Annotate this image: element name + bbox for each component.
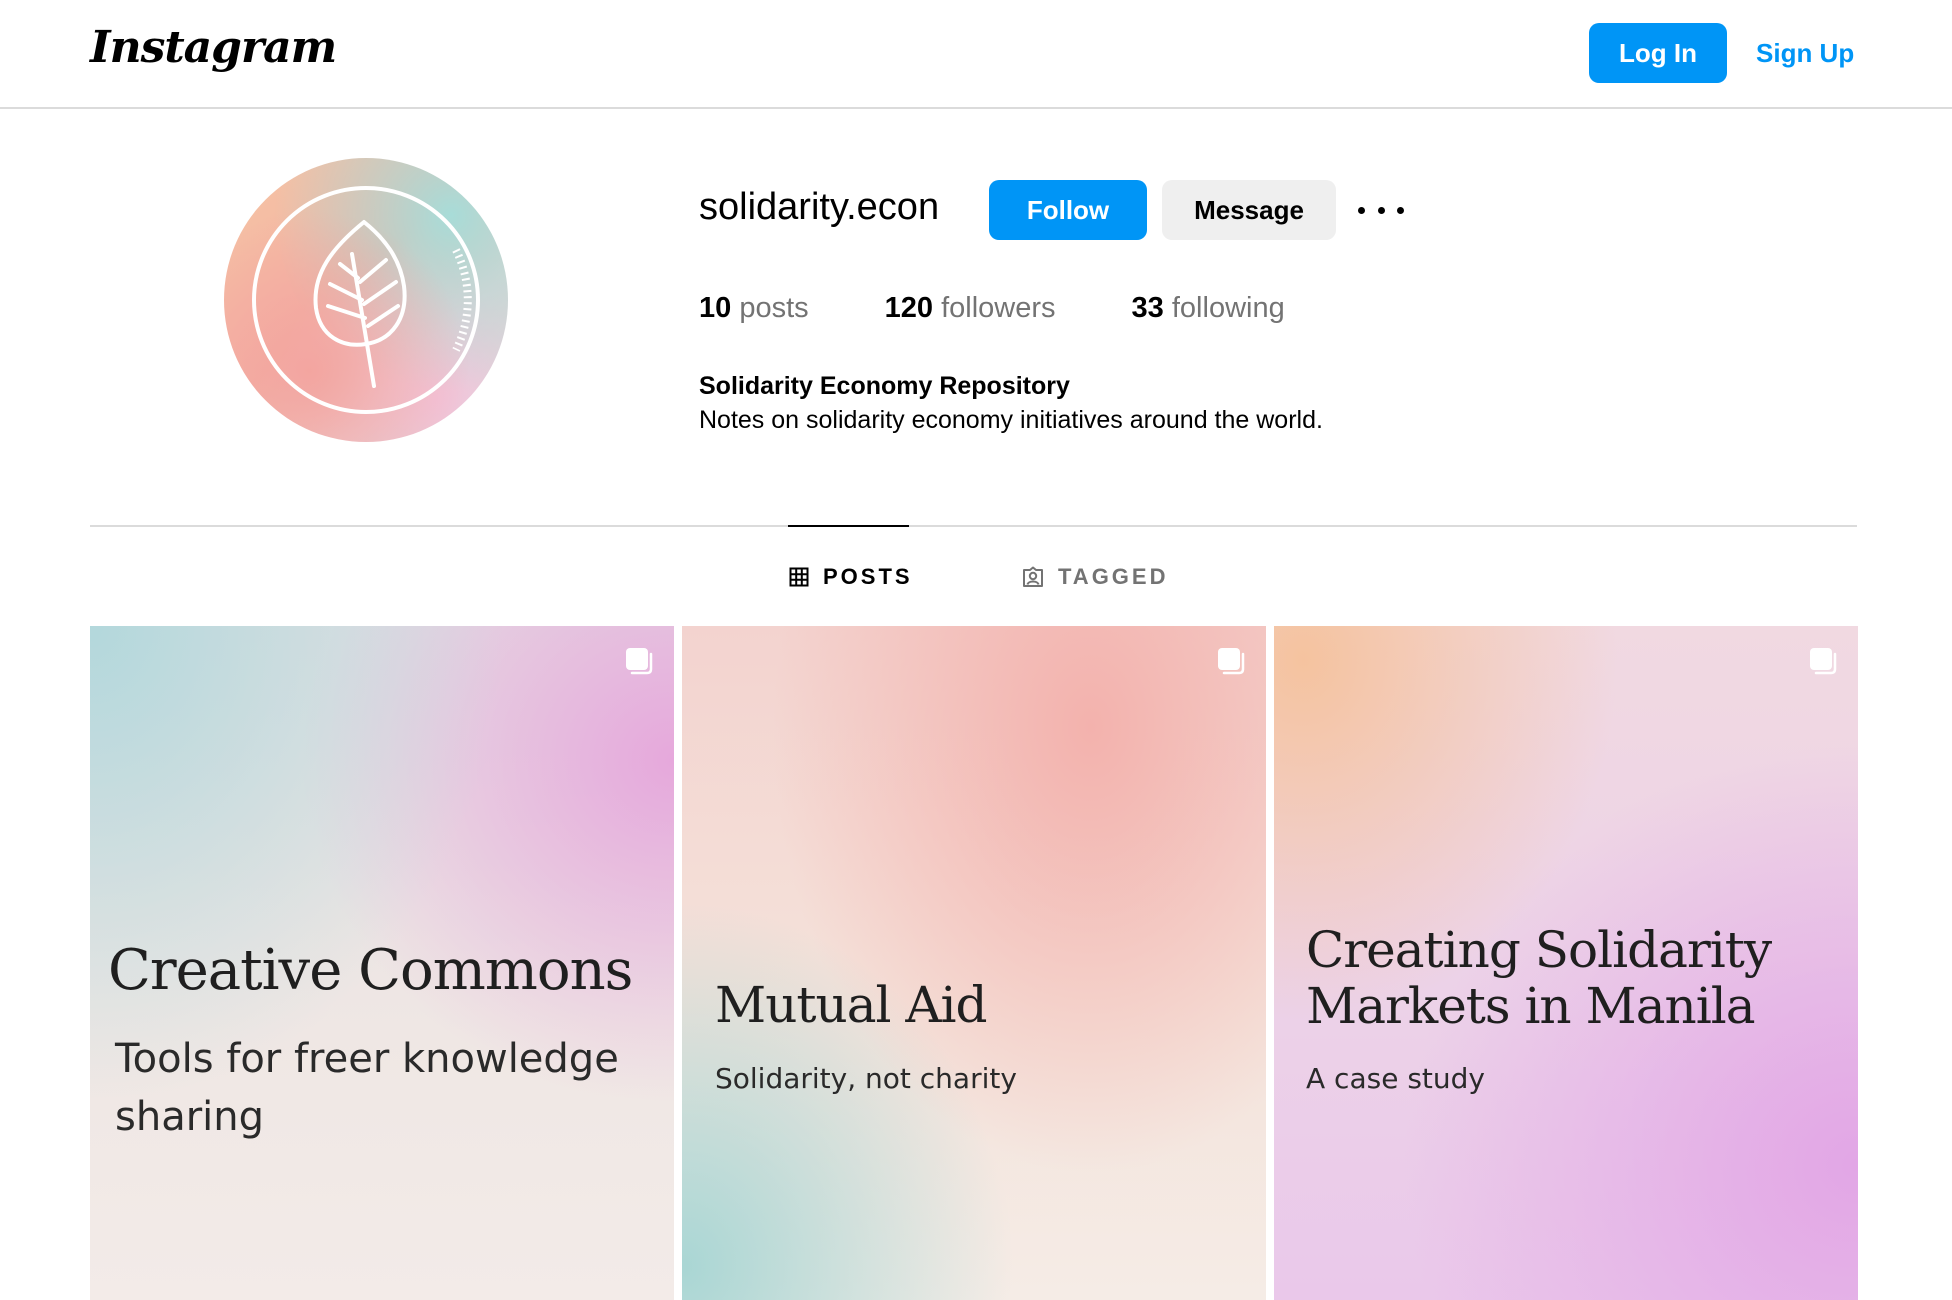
post-subtitle: Tools for freer knowledge sharing [115, 1036, 619, 1140]
profile-username: solidarity.econ [699, 186, 940, 228]
stat-label: posts [739, 292, 809, 324]
post-title: Creative Commons [108, 938, 633, 1003]
post-title: Creating Solidarity Markets in Manila [1306, 921, 1772, 1035]
instagram-logo[interactable]: Instagram [90, 22, 337, 73]
message-button[interactable]: Message [1162, 180, 1336, 240]
tab-label: TAGGED [1058, 564, 1169, 589]
tabs-divider [90, 525, 1857, 527]
carousel-icon [1810, 648, 1837, 675]
signup-button[interactable]: Sign Up [1756, 23, 1854, 83]
follow-button[interactable]: Follow [989, 180, 1147, 240]
tab-posts[interactable]: POSTS [789, 562, 913, 592]
more-horizontal-icon[interactable] [1358, 190, 1404, 230]
tab-label: POSTS [823, 564, 913, 589]
profile-stats: 10 posts 120 followers 33 following [699, 292, 1361, 325]
top-nav: Instagram Log In Sign Up [0, 0, 1952, 109]
stat-count: 10 [699, 292, 732, 324]
post-title: Mutual Aid [715, 976, 987, 1034]
carousel-icon [626, 648, 653, 675]
post-tile[interactable]: Creative Commons Tools for freer knowled… [90, 626, 674, 1300]
post-subtitle: A case study [1306, 1062, 1485, 1095]
grid-icon [789, 567, 809, 587]
stat-followers[interactable]: 120 followers [885, 292, 1056, 325]
profile-bio: Notes on solidarity economy initiatives … [699, 406, 1323, 434]
login-button[interactable]: Log In [1589, 23, 1727, 83]
stat-count: 120 [884, 292, 934, 324]
profile-full-name: Solidarity Economy Repository [699, 372, 1070, 400]
active-tab-indicator [788, 525, 909, 527]
leaf-icon [252, 186, 480, 414]
stat-following[interactable]: 33 following [1132, 292, 1285, 325]
carousel-icon [1218, 648, 1245, 675]
stat-label: following [1171, 292, 1285, 324]
post-tile[interactable]: Mutual Aid Solidarity, not charity [682, 626, 1266, 1300]
stat-count: 33 [1131, 292, 1164, 324]
post-tile[interactable]: Creating Solidarity Markets in Manila A … [1274, 626, 1858, 1300]
stat-label: followers [941, 292, 1056, 324]
profile-avatar[interactable] [224, 158, 508, 442]
tab-tagged[interactable]: TAGGED [1022, 562, 1168, 592]
stat-posts: 10 posts [699, 292, 809, 325]
tagged-icon [1023, 566, 1043, 587]
post-subtitle: Solidarity, not charity [715, 1062, 1017, 1095]
